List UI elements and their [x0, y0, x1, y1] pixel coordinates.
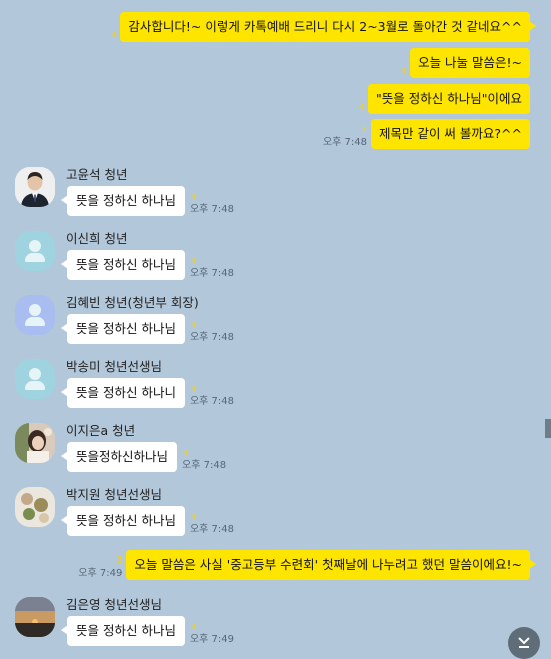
message-time: 오후 7:48	[189, 268, 234, 279]
scrollbar-thumb[interactable]	[545, 419, 551, 438]
avatar[interactable]	[15, 423, 55, 463]
avatar[interactable]	[15, 231, 55, 271]
default-person-icon	[29, 368, 41, 380]
sender-name: 박지원 청년선생님	[66, 487, 162, 502]
message-time: 오후 7:48	[189, 396, 234, 407]
my-message-bubble[interactable]: 제목만 같이 써 볼까요?^^	[370, 119, 530, 149]
sender-name: 고윤석 청년	[66, 167, 128, 182]
message-time: 오후 7:48	[182, 460, 227, 471]
avatar[interactable]	[15, 295, 55, 335]
default-person-icon	[29, 240, 41, 252]
message-time: 오후 7:48	[322, 137, 367, 148]
my-message-bubble[interactable]: 오늘 나눌 말씀은!~	[410, 48, 530, 78]
chat-area[interactable]: 3 감사합니다!~ 이렇게 카톡예배 드리니 다시 2~3월로 돌아간 것 같네…	[0, 0, 551, 659]
my-message-bubble[interactable]: "뜻을 정하신 하나님"이에요	[368, 84, 530, 114]
friend-message-bubble[interactable]: 뜻을 정하신 하나님	[61, 616, 185, 646]
my-message: 3 오후 7:49 오늘 말씀은 사실 '중고등부 수련회' 첫째날에 나누려고…	[78, 550, 536, 580]
sender-name: 이신희 청년	[66, 231, 128, 246]
unread-count: 3	[189, 512, 197, 523]
avatar[interactable]	[15, 597, 55, 637]
friend-message-bubble[interactable]: 뜻을 정하신 하나니	[61, 378, 185, 408]
sender-name: 김은영 청년선생님	[66, 597, 162, 612]
sender-name: 이지은a 청년	[66, 423, 136, 438]
unread-count: 3	[399, 66, 407, 77]
profile-photo-icon	[15, 423, 55, 463]
my-message: 3 "뜻을 정하신 하나님"이에요	[358, 84, 530, 114]
unread-count: 3	[189, 256, 197, 267]
unread-count: 3	[189, 192, 197, 203]
unread-count: 3	[360, 124, 367, 135]
sender-name: 김혜빈 청년(청년부 회장)	[66, 295, 199, 310]
unread-count: 3	[357, 102, 365, 113]
friend-message-bubble[interactable]: 뜻을정하신하나님	[60, 442, 178, 472]
message-time: 오후 7:48	[189, 524, 234, 535]
avatar[interactable]	[15, 167, 55, 207]
friend-message-bubble[interactable]: 뜻을 정하신 하나님	[61, 506, 185, 536]
friend-message-bubble[interactable]: 뜻을 정하신 하나님	[61, 250, 185, 280]
message-time: 오후 7:49	[189, 634, 234, 645]
my-message: 3 감사합니다!~ 이렇게 카톡예배 드리니 다시 2~3월로 돌아간 것 같네…	[110, 12, 536, 42]
friend-message-bubble[interactable]: 뜻을 정하신 하나님	[61, 186, 185, 216]
message-time: 오후 7:48	[189, 332, 234, 343]
avatar[interactable]	[15, 487, 55, 527]
friend-message-bubble[interactable]: 뜻을 정하신 하나님	[61, 314, 185, 344]
unread-count: 3	[189, 622, 197, 633]
profile-photo-icon	[15, 167, 55, 207]
my-message-bubble[interactable]: 오늘 말씀은 사실 '중고등부 수련회' 첫째날에 나누려고 했던 말씀이에요!…	[126, 550, 536, 580]
unread-count: 3	[189, 384, 197, 395]
unread-count: 3	[115, 555, 123, 566]
double-chevron-down-icon	[518, 637, 530, 648]
my-message-bubble[interactable]: 감사합니다!~ 이렇게 카톡예배 드리니 다시 2~3월로 돌아간 것 같네요^…	[120, 12, 536, 42]
my-message: 3 오후 7:48 제목만 같이 써 볼까요?^^	[323, 119, 530, 149]
avatar[interactable]	[15, 359, 55, 399]
profile-photo-icon	[15, 487, 55, 527]
unread-count: 3	[182, 448, 189, 459]
sender-name: 박송미 청년선생님	[66, 359, 162, 374]
unread-count: 3	[110, 30, 117, 41]
message-time: 오후 7:49	[78, 568, 123, 579]
scroll-to-bottom-button[interactable]	[508, 627, 540, 659]
sunset-photo-icon	[15, 597, 55, 637]
unread-count: 3	[189, 320, 197, 331]
my-message: 3 오늘 나눌 말씀은!~	[400, 48, 530, 78]
default-person-icon	[29, 304, 41, 316]
message-time: 오후 7:48	[189, 204, 234, 215]
